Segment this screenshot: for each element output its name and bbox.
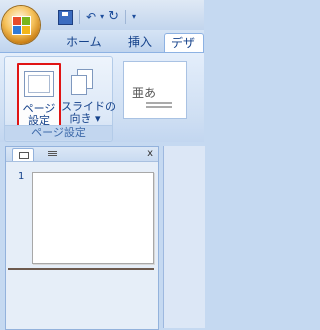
tab-home[interactable]: ホーム — [66, 33, 102, 52]
tab-design[interactable]: デザイ — [164, 33, 204, 69]
page-setup-group: ページ 設定 スライドの 向き ▾ ページ設定 — [4, 56, 116, 142]
office-logo-icon — [12, 16, 31, 35]
slides-tab-icon — [19, 152, 29, 159]
slide-orientation-icon — [71, 69, 93, 95]
slide-orientation-label: スライドの 向き ▾ — [61, 100, 116, 125]
slides-pane: x 1 — [5, 146, 159, 330]
outline-tab-icon — [48, 151, 57, 152]
pane-tabs: x — [6, 147, 158, 162]
slides-tab[interactable] — [12, 148, 34, 161]
page-setup-icon — [24, 71, 54, 97]
quick-access-toolbar: ↶ ▾ ↻ ▾ — [58, 8, 136, 26]
page-setup-group-label: ページ設定 — [5, 125, 112, 140]
theme-sample-text: 亜あ — [132, 86, 157, 100]
slide-orientation-button[interactable]: スライドの 向き ▾ — [61, 63, 116, 125]
pane-close-button[interactable]: x — [147, 147, 153, 160]
undo-dropdown-icon[interactable]: ▾ — [100, 10, 104, 24]
page-setup-button[interactable]: ページ 設定 — [17, 63, 61, 127]
editing-area — [163, 146, 205, 328]
ribbon: ページ 設定 スライドの 向き ▾ ページ設定 亜あ — [0, 52, 204, 144]
qat-separator — [124, 10, 126, 24]
slide-thumbnail[interactable] — [32, 172, 154, 264]
undo-icon[interactable]: ↶ — [86, 10, 96, 24]
qat-separator — [79, 10, 80, 24]
redo-icon[interactable]: ↻ — [108, 10, 119, 24]
outline-tab[interactable] — [34, 148, 68, 160]
tab-insert[interactable]: 挿入 — [128, 33, 152, 52]
slide-number: 1 — [18, 171, 25, 182]
slide-divider — [8, 268, 154, 270]
page-setup-label: ページ 設定 — [22, 102, 56, 127]
customize-qat-icon[interactable]: ▾ — [132, 10, 136, 24]
theme-sample-lines — [146, 102, 172, 104]
office-button[interactable] — [2, 6, 40, 44]
save-icon[interactable] — [58, 9, 73, 25]
themes-gallery[interactable]: 亜あ — [123, 61, 187, 119]
